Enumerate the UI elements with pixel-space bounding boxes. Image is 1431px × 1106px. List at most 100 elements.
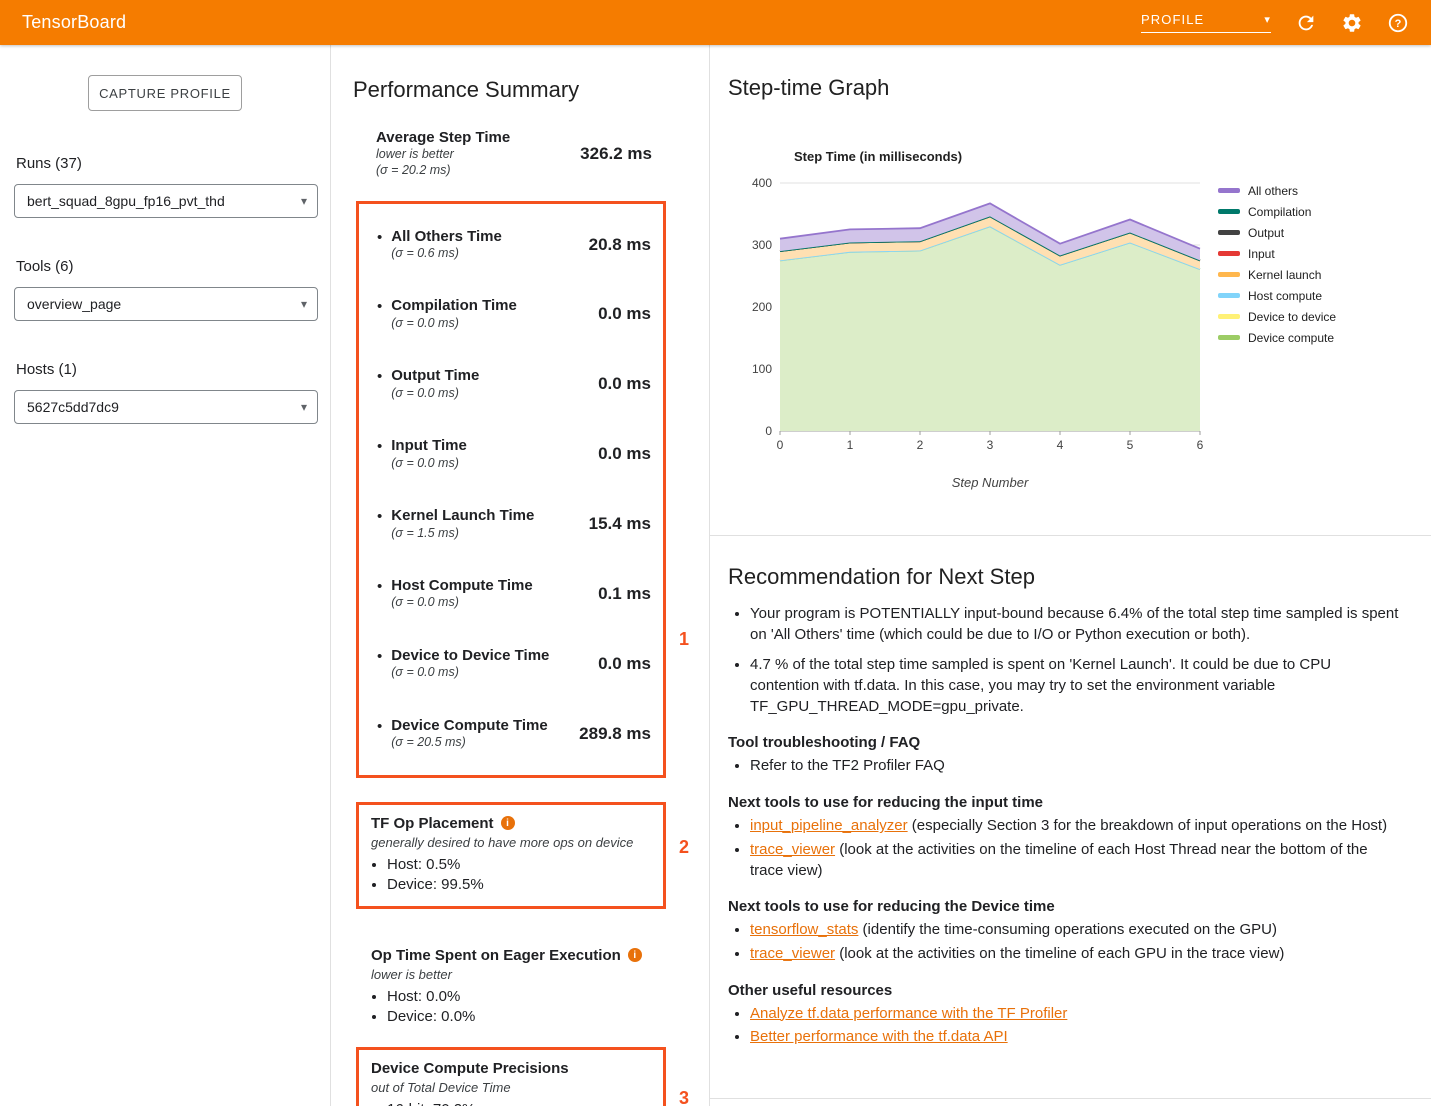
device-precisions-subtitle: out of Total Device Time	[371, 1080, 653, 1095]
eager-execution-section: Op Time Spent on Eager Execution i lower…	[356, 947, 666, 1025]
link-tfdata-profiler-guide[interactable]: Analyze tf.data performance with the TF …	[750, 1005, 1067, 1022]
link-trace-viewer-gpu[interactable]: trace_viewer	[750, 945, 835, 962]
svg-text:0: 0	[765, 424, 772, 438]
metric-value: 15.4 ms	[581, 514, 651, 534]
average-step-time-value: 326.2 ms	[572, 144, 652, 164]
bullet-dot: •	[377, 577, 382, 597]
dashboard-selector[interactable]: PROFILE ▾	[1141, 12, 1271, 33]
metric-value: 0.0 ms	[590, 374, 651, 394]
svg-text:Compilation: Compilation	[1248, 205, 1311, 219]
tensorboard-app: TensorBoard PROFILE ▾ ?	[0, 0, 1431, 1106]
tf-op-placement-title: TF Op Placement	[371, 815, 494, 832]
average-step-time-sigma: (σ = 20.2 ms)	[376, 163, 510, 179]
metric-row: • Input Time (σ = 0.0 ms) 0.0 ms	[359, 419, 663, 489]
precision-16bit: 16-bit: 70.2%	[387, 1101, 653, 1106]
step-time-chart: Step Time (in milliseconds)0100200300400…	[722, 143, 1431, 500]
recommendation-bullet: 4.7 % of the total step time sampled is …	[750, 655, 1401, 717]
step-time-graph-title: Step-time Graph	[728, 75, 1431, 101]
top-bar-controls: PROFILE ▾ ?	[1141, 12, 1409, 34]
top-bar: TensorBoard PROFILE ▾ ?	[0, 0, 1431, 45]
metric-row: • Device Compute Time (σ = 20.5 ms) 289.…	[359, 699, 663, 769]
hosts-select-value: 5627c5dd7dc9	[27, 399, 119, 415]
metric-row: • Output Time (σ = 0.0 ms) 0.0 ms	[359, 349, 663, 419]
svg-text:1: 1	[847, 438, 854, 452]
metric-row: • Kernel Launch Time (σ = 1.5 ms) 15.4 m…	[359, 489, 663, 559]
eager-device: Device: 0.0%	[387, 1008, 666, 1025]
help-button[interactable]: ?	[1387, 12, 1409, 34]
info-icon[interactable]: i	[628, 948, 642, 962]
metric-label: Device Compute Time	[391, 717, 547, 735]
metric-sigma: (σ = 0.0 ms)	[391, 316, 517, 332]
reload-button[interactable]	[1295, 12, 1317, 34]
svg-text:2: 2	[917, 438, 924, 452]
tools-select[interactable]: overview_page ▾	[14, 287, 318, 321]
svg-text:100: 100	[752, 362, 772, 376]
hosts-select[interactable]: 5627c5dd7dc9 ▾	[14, 390, 318, 424]
eager-execution-title: Op Time Spent on Eager Execution	[371, 947, 621, 964]
bullet-dot: •	[377, 228, 382, 248]
runs-field: Runs (37) bert_squad_8gpu_fp16_pvt_thd ▾	[14, 155, 318, 218]
item-text: (especially Section 3 for the breakdown …	[908, 817, 1387, 834]
eager-execution-subtitle: lower is better	[371, 967, 666, 982]
tools-field: Tools (6) overview_page ▾	[14, 258, 318, 321]
metric-sigma: (σ = 1.5 ms)	[391, 526, 534, 542]
metric-row: • Compilation Time (σ = 0.0 ms) 0.0 ms	[359, 279, 663, 349]
recommendation-title: Recommendation for Next Step	[728, 564, 1401, 590]
app-title: TensorBoard	[22, 12, 126, 33]
svg-text:5: 5	[1127, 438, 1134, 452]
metric-row: • Device to Device Time (σ = 0.0 ms) 0.0…	[359, 629, 663, 699]
metric-label: Host Compute Time	[391, 577, 532, 595]
metric-row: • Host Compute Time (σ = 0.0 ms) 0.1 ms	[359, 559, 663, 629]
list-item: Analyze tf.data performance with the TF …	[750, 1004, 1401, 1025]
item-text: (look at the activities on the timeline …	[750, 841, 1368, 879]
link-trace-viewer-host[interactable]: trace_viewer	[750, 841, 835, 858]
bullet-dot: •	[377, 437, 382, 457]
metric-label: Device to Device Time	[391, 647, 549, 665]
average-step-time-row: Average Step Time lower is better (σ = 2…	[376, 129, 652, 179]
bullet-dot: •	[377, 507, 382, 527]
metric-sigma: (σ = 0.0 ms)	[391, 456, 467, 472]
tools-label: Tools (6)	[16, 258, 318, 275]
link-input-pipeline-analyzer[interactable]: input_pipeline_analyzer	[750, 817, 908, 834]
metric-sigma: (σ = 0.6 ms)	[391, 246, 502, 262]
svg-text:Kernel launch: Kernel launch	[1248, 268, 1321, 282]
svg-text:Step Number: Step Number	[952, 475, 1029, 490]
help-icon: ?	[1387, 12, 1409, 34]
metric-value: 0.0 ms	[590, 654, 651, 674]
svg-text:400: 400	[752, 176, 772, 190]
bullet-dot: •	[377, 367, 382, 387]
chevron-down-icon: ▾	[301, 297, 307, 311]
chevron-down-icon: ▾	[1264, 13, 1271, 26]
chevron-down-icon: ▾	[301, 194, 307, 208]
hosts-label: Hosts (1)	[16, 361, 318, 378]
bullet-dot: •	[377, 297, 382, 317]
annotation-box-2: TF Op Placement i generally desired to h…	[356, 802, 666, 909]
metric-row: • All Others Time (σ = 0.6 ms) 20.8 ms	[359, 210, 663, 280]
metric-label: All Others Time	[391, 228, 502, 246]
link-tfdata-api-guide[interactable]: Better performance with the tf.data API	[750, 1028, 1008, 1045]
settings-button[interactable]	[1341, 12, 1363, 34]
tf-op-placement-host: Host: 0.5%	[387, 856, 653, 873]
annotation-box-1: • All Others Time (σ = 0.6 ms) 20.8 ms •…	[356, 201, 666, 778]
metric-value: 289.8 ms	[571, 724, 651, 744]
runs-select[interactable]: bert_squad_8gpu_fp16_pvt_thd ▾	[14, 184, 318, 218]
metric-sigma: (σ = 0.0 ms)	[391, 595, 532, 611]
metric-value: 20.8 ms	[581, 235, 651, 255]
svg-text:All others: All others	[1248, 184, 1298, 198]
eager-host: Host: 0.0%	[387, 988, 666, 1005]
link-tensorflow-stats[interactable]: tensorflow_stats	[750, 921, 858, 938]
svg-text:300: 300	[752, 238, 772, 252]
capture-profile-button[interactable]: CAPTURE PROFILE	[88, 75, 242, 111]
tf-op-placement-subtitle: generally desired to have more ops on de…	[371, 835, 653, 850]
list-item: input_pipeline_analyzer (especially Sect…	[750, 816, 1401, 837]
svg-text:Input: Input	[1248, 247, 1275, 261]
performance-summary-panel: Performance Summary Average Step Time lo…	[330, 45, 710, 1106]
metric-sigma: (σ = 0.0 ms)	[391, 386, 479, 402]
metric-value: 0.0 ms	[590, 444, 651, 464]
annotation-number-3: 3	[679, 1088, 689, 1106]
svg-text:?: ?	[1395, 17, 1402, 29]
svg-text:Device compute: Device compute	[1248, 331, 1334, 345]
settings-gear-icon	[1341, 12, 1363, 34]
info-icon[interactable]: i	[501, 816, 515, 830]
item-text: (look at the activities on the timeline …	[835, 945, 1284, 962]
